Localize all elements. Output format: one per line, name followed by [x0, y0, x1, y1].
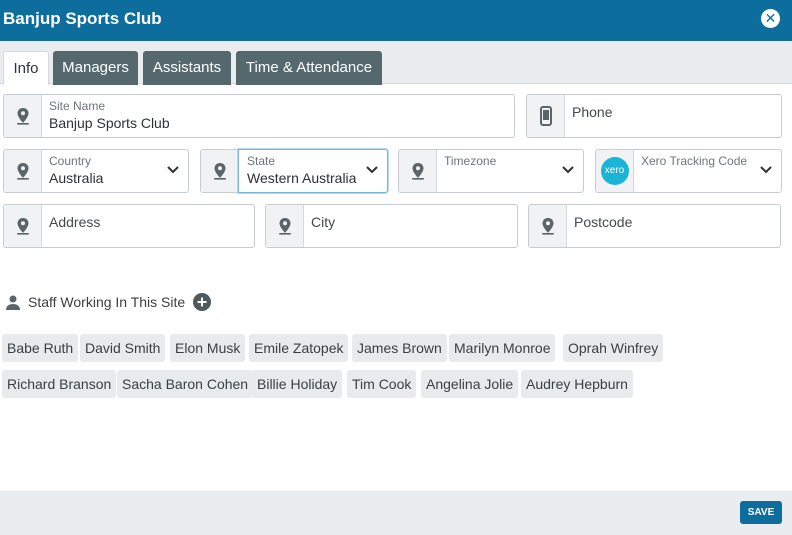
staff-chip[interactable]: James Brown: [352, 334, 447, 362]
staff-heading-text: Staff Working In This Site: [28, 294, 186, 310]
timezone-select[interactable]: Timezone: [398, 149, 584, 193]
xero-logo-icon: xero: [596, 150, 634, 192]
site-name-field[interactable]: Site Name Banjup Sports Club: [3, 94, 515, 138]
tab-assistants[interactable]: Assistants: [143, 51, 231, 85]
state-label: State: [247, 154, 276, 168]
staff-chip[interactable]: Richard Branson: [2, 370, 117, 398]
person-icon: [6, 295, 20, 310]
address-field[interactable]: Address: [3, 204, 255, 248]
staff-chip[interactable]: Babe Ruth: [2, 334, 79, 362]
dialog-header: Banjup Sports Club ✕: [0, 0, 792, 41]
country-value: Australia: [49, 170, 104, 186]
staff-chip[interactable]: Oprah Winfrey: [563, 334, 664, 362]
postcode-label: Postcode: [574, 214, 633, 230]
site-name-label: Site Name: [49, 99, 106, 113]
staff-chip[interactable]: Billie Holiday: [252, 370, 343, 398]
state-value: Western Australia: [247, 170, 357, 186]
location-pin-icon: [399, 150, 437, 192]
staff-chip[interactable]: Emile Zatopek: [249, 334, 349, 362]
xero-logo-text: xero: [600, 157, 629, 185]
state-select[interactable]: State Western Australia: [200, 149, 388, 193]
location-pin-icon: [266, 205, 304, 247]
timezone-label: Timezone: [444, 154, 497, 168]
staff-chip[interactable]: Elon Musk: [170, 334, 246, 362]
country-select[interactable]: Country Australia: [3, 149, 189, 193]
site-name-value[interactable]: Banjup Sports Club: [49, 115, 170, 131]
state-select-box[interactable]: State Western Australia: [238, 149, 388, 193]
staff-chip[interactable]: Marilyn Monroe: [449, 334, 556, 362]
close-icon[interactable]: ✕: [761, 9, 780, 28]
xero-tracking-select[interactable]: xero Xero Tracking Code: [595, 149, 782, 193]
chevron-down-icon: [760, 166, 772, 174]
phone-icon: [527, 95, 565, 137]
save-button[interactable]: SAVE: [740, 501, 782, 524]
location-pin-icon: [4, 205, 42, 247]
postcode-field[interactable]: Postcode: [528, 204, 781, 248]
staff-chip[interactable]: Sacha Baron Cohen: [117, 370, 254, 398]
tab-managers[interactable]: Managers: [53, 51, 138, 85]
phone-field[interactable]: Phone: [526, 94, 782, 138]
tab-info[interactable]: Info: [3, 51, 49, 85]
site-dialog: Banjup Sports Club ✕ Info Managers Assis…: [0, 0, 792, 535]
tab-time-attendance[interactable]: Time & Attendance: [236, 51, 382, 85]
staff-section-heading: Staff Working In This Site: [6, 293, 212, 311]
location-pin-icon: [201, 150, 239, 192]
country-label: Country: [49, 154, 92, 168]
phone-label: Phone: [572, 104, 613, 120]
staff-chip[interactable]: Tim Cook: [347, 370, 417, 398]
staff-chip[interactable]: Audrey Hepburn: [521, 370, 633, 398]
city-field[interactable]: City: [265, 204, 518, 248]
chevron-down-icon: [366, 166, 378, 174]
address-label: Address: [49, 214, 101, 230]
tab-bar: Info Managers Assistants Time & Attendan…: [0, 41, 792, 85]
staff-chip[interactable]: Angelina Jolie: [421, 370, 519, 398]
add-staff-icon[interactable]: [193, 293, 212, 311]
city-label: City: [311, 214, 336, 230]
location-pin-icon: [529, 205, 567, 247]
chevron-down-icon: [167, 166, 179, 174]
xero-tracking-label: Xero Tracking Code: [641, 154, 748, 168]
staff-chip[interactable]: David Smith: [80, 334, 166, 362]
chevron-down-icon: [562, 166, 574, 174]
location-pin-icon: [4, 95, 42, 137]
dialog-footer: [0, 491, 792, 535]
dialog-title: Banjup Sports Club: [3, 9, 162, 28]
location-pin-icon: [4, 150, 42, 192]
